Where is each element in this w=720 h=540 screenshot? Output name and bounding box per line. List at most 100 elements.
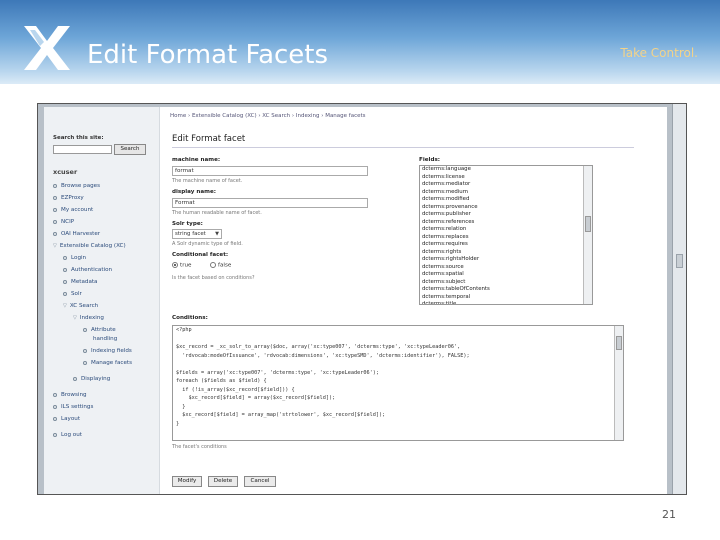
cancel-button[interactable]: Cancel [244, 476, 276, 487]
sidebar-item[interactable]: My account [53, 207, 93, 217]
sidebar-item[interactable]: ▽ XC Search [63, 303, 98, 313]
solr-type-label: Solr type: [172, 221, 203, 227]
radio-true-label: true [180, 262, 192, 269]
sidebar-item-label: Displaying [81, 376, 111, 382]
sidebar-item[interactable]: NCIP [53, 219, 74, 229]
slide: Edit Format Facets Take Control. Search … [0, 0, 720, 540]
breadcrumb[interactable]: Home › Extensible Catalog (XC) › XC Sear… [170, 113, 366, 119]
tagline: Take Control. [620, 46, 698, 60]
sidebar-item[interactable]: EZProxy [53, 195, 84, 205]
solr-type-select[interactable]: string facet ▼ [172, 229, 222, 239]
fields-option[interactable]: dcterms:medium [420, 189, 592, 197]
fields-label: Fields: [419, 157, 441, 163]
sidebar-item[interactable]: ▽ Extensible Catalog (XC) [53, 243, 126, 253]
machine-name-field[interactable]: format [172, 166, 368, 176]
fields-option[interactable]: dcterms:rightsHolder [420, 256, 592, 264]
sidebar-item[interactable]: Manage facets [83, 360, 132, 370]
sidebar: Search this site: Search xcuser Browse p… [44, 107, 160, 494]
fields-option[interactable]: dcterms:language [420, 166, 592, 174]
bullet-icon [83, 327, 87, 332]
fields-scroll-thumb[interactable] [585, 216, 591, 232]
sidebar-item[interactable]: Solr [63, 291, 82, 301]
fields-option[interactable]: dcterms:tableOfContents [420, 286, 592, 294]
fields-option[interactable]: dcterms:provenance [420, 204, 592, 212]
sidebar-item[interactable]: OAI Harvester [53, 231, 100, 241]
sidebar-item-label: ILS settings [61, 404, 94, 410]
fields-option[interactable]: dcterms:temporal [420, 294, 592, 302]
bullet-icon [63, 267, 67, 272]
expanded-arrow-icon: ▽ [73, 315, 77, 321]
bullet-icon [53, 219, 57, 224]
sidebar-item[interactable]: handling [93, 336, 117, 346]
sidebar-item-label: Authentication [71, 267, 113, 273]
fields-option[interactable]: dcterms:spatial [420, 271, 592, 279]
fields-option[interactable]: dcterms:license [420, 174, 592, 182]
fields-option[interactable]: dcterms:rights [420, 249, 592, 257]
radio-selected-icon [172, 262, 178, 268]
radio-true[interactable]: true [172, 262, 191, 269]
sidebar-item[interactable]: Layout [53, 416, 80, 426]
radio-false[interactable]: false [210, 262, 231, 269]
fields-option[interactable]: dcterms:requires [420, 241, 592, 249]
delete-button[interactable]: Delete [208, 476, 238, 487]
bullet-icon [53, 183, 57, 188]
sidebar-item-label: Metadata [71, 279, 98, 285]
search-input[interactable] [53, 145, 112, 154]
sidebar-item[interactable]: ▽ Indexing [73, 315, 104, 325]
code-line: 'rdvocab:modeOfIssuance', 'rdvocab:dimen… [176, 352, 470, 359]
fields-scrollbar[interactable] [583, 166, 592, 304]
fields-option[interactable]: dcterms:subject [420, 279, 592, 287]
code-line: $xc_record = _xc_solr_to_array($doc, arr… [176, 344, 461, 350]
conditions-code: <?php $xc_record = _xc_solr_to_array($doc… [173, 326, 623, 428]
display-name-field[interactable]: Format [172, 198, 368, 208]
fields-option[interactable]: dcterms:relation [420, 226, 592, 234]
conditions-scrollbar[interactable] [614, 326, 623, 440]
search-button[interactable]: Search [114, 144, 146, 155]
sidebar-item[interactable]: Browsing [53, 392, 87, 402]
sidebar-item[interactable]: Authentication [63, 267, 112, 277]
page-number: 21 [662, 508, 676, 521]
page-title: Edit Format facet [172, 134, 246, 144]
conditions-textarea[interactable]: <?php $xc_record = _xc_solr_to_array($doc… [172, 325, 624, 441]
fields-option[interactable]: dcterms:replaces [420, 234, 592, 242]
conditions-scroll-thumb[interactable] [616, 336, 622, 350]
machine-name-description: The machine name of facet. [172, 178, 243, 184]
sidebar-item-label: Log out [61, 432, 82, 438]
fields-option[interactable]: dcterms:source [420, 264, 592, 272]
bullet-icon [73, 376, 77, 381]
title-banner: Edit Format Facets Take Control. [0, 0, 720, 84]
fields-option[interactable]: dcterms:modified [420, 196, 592, 204]
xc-logo-icon [24, 26, 70, 70]
fields-option[interactable]: dcterms:references [420, 219, 592, 227]
page-scroll-thumb[interactable] [676, 254, 683, 268]
fields-option[interactable]: dcterms:title [420, 301, 592, 304]
bullet-icon [63, 291, 67, 296]
sidebar-item-label: Indexing fields [91, 348, 132, 354]
fields-option[interactable]: dcterms:publisher [420, 211, 592, 219]
sidebar-item-label: handling [93, 336, 118, 342]
machine-name-label: machine name: [172, 157, 221, 163]
sidebar-item[interactable]: Log out [53, 432, 82, 442]
sidebar-item-label: EZProxy [61, 195, 84, 201]
fields-option[interactable]: dcterms:mediator [420, 181, 592, 189]
modify-button[interactable]: Modify [172, 476, 202, 487]
code-line: } [176, 403, 186, 410]
main-content: Home › Extensible Catalog (XC) › XC Sear… [166, 107, 652, 494]
page-scrollbar[interactable] [672, 104, 686, 494]
bullet-icon [83, 348, 87, 353]
fields-listbox[interactable]: dcterms:language dcterms:license dcterms:m… [419, 165, 593, 305]
sidebar-item[interactable]: Displaying [73, 376, 110, 386]
sidebar-item[interactable]: ILS settings [53, 404, 93, 414]
sidebar-item[interactable]: Login [63, 255, 86, 265]
sidebar-item[interactable]: Metadata [63, 279, 98, 289]
sidebar-item-label: Browse pages [61, 183, 101, 189]
sidebar-item-label: Extensible Catalog (XC) [59, 243, 126, 249]
code-line: $xc_record[$field] = array($xc_record[$f… [176, 395, 336, 401]
sidebar-item[interactable]: Indexing fields [83, 348, 132, 358]
sidebar-item-label: Login [71, 255, 87, 261]
sidebar-item[interactable]: Browse pages [53, 183, 100, 193]
user-name: xcuser [53, 168, 78, 176]
drupal-page: Search this site: Search xcuser Browse p… [44, 107, 667, 494]
display-name-description: The human readable name of facet. [172, 210, 262, 216]
